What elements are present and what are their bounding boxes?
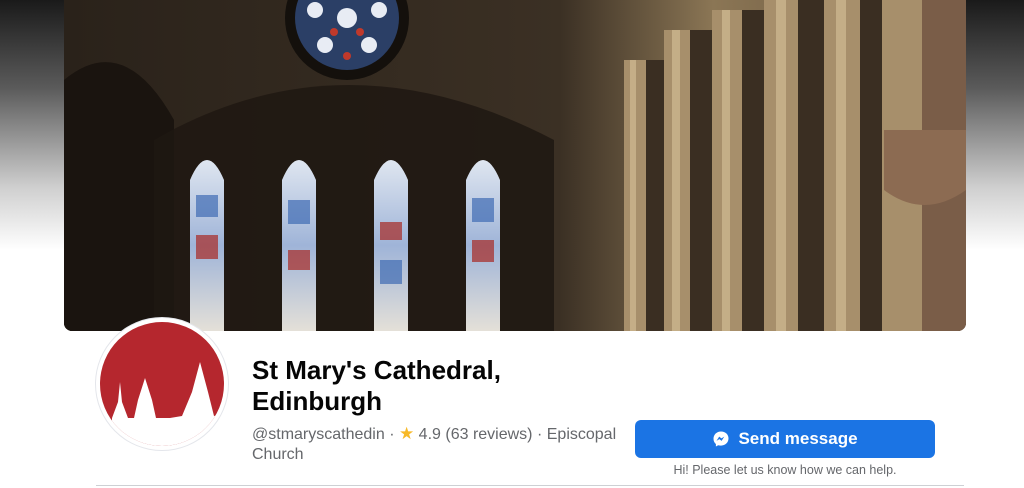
cathedral-logo: [100, 322, 224, 446]
meta-separator: ·: [536, 426, 543, 443]
star-icon: ★: [398, 424, 415, 443]
send-message-button[interactable]: Send message: [635, 420, 935, 458]
reviews-link[interactable]: (63 reviews): [445, 426, 532, 443]
page-meta: @stmaryscathedin · ★ 4.9 (63 reviews) · …: [252, 424, 632, 465]
send-message-label: Send message: [738, 429, 858, 448]
help-text: Hi! Please let us know how we can help.: [673, 463, 897, 477]
header-divider: [96, 485, 964, 486]
page-handle[interactable]: @stmaryscathedin: [252, 426, 385, 443]
messenger-icon: [713, 431, 729, 447]
rating-value: 4.9: [418, 426, 441, 443]
meta-separator: ·: [389, 426, 395, 443]
cover-photo-cathedral-interior: [64, 0, 966, 331]
profile-picture[interactable]: [96, 318, 228, 450]
page-title: St Mary's Cathedral, Edinburgh: [252, 355, 501, 416]
cover-photo[interactable]: [64, 0, 966, 331]
